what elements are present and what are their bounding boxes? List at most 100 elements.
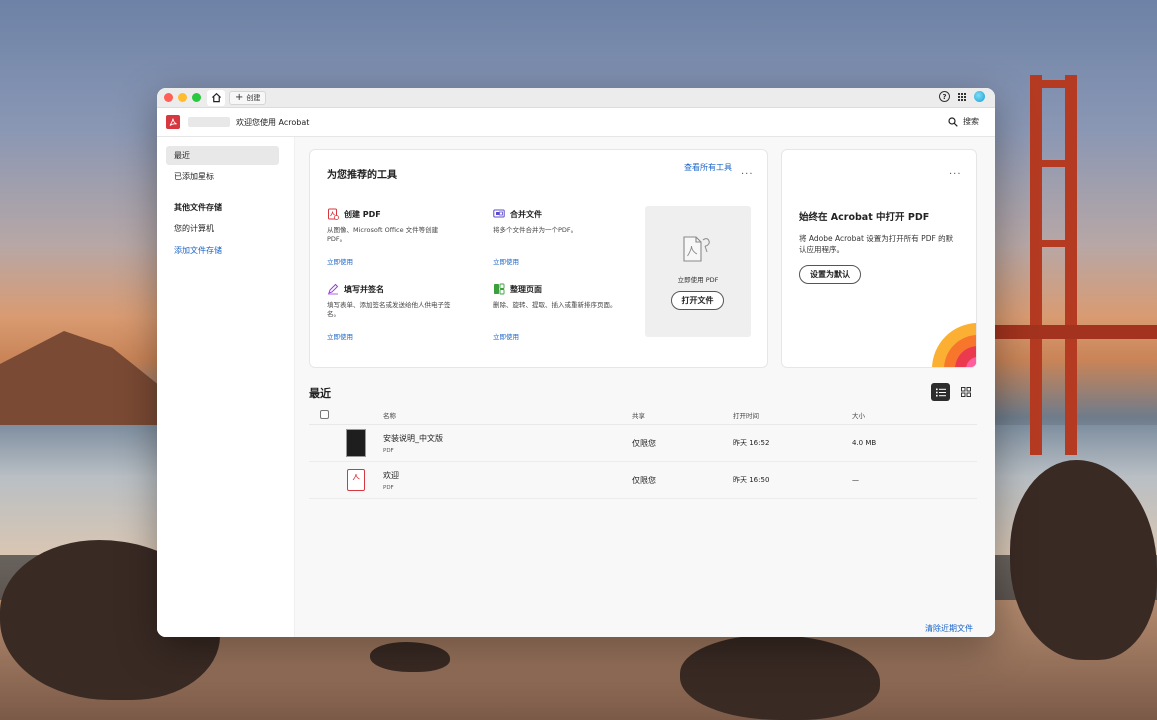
fill-sign-icon xyxy=(328,283,339,295)
sidebar-item-label: 已添加星标 xyxy=(174,172,214,181)
list-view-toggle[interactable] xyxy=(931,383,950,401)
tool-name: 创建 PDF xyxy=(344,209,381,219)
table-row[interactable]: 安装说明_中文版 PDF 仅限您 昨天 16:52 4.0 MB xyxy=(309,425,977,462)
more-options-button[interactable]: ··· xyxy=(741,169,754,180)
window-controls xyxy=(164,93,201,102)
grid-view-toggle[interactable] xyxy=(957,383,975,401)
recent-section-title: 最近 xyxy=(309,387,331,400)
user-name-redacted xyxy=(188,117,230,127)
sidebar-item-label: 最近 xyxy=(174,151,190,160)
file-opened-time: 昨天 16:50 xyxy=(733,476,770,484)
tool-organize-pages-link[interactable]: 立即使用 xyxy=(493,331,519,341)
titlebar-actions: ? xyxy=(939,91,985,102)
table-header: 名称 共享 打开时间 大小 xyxy=(309,405,977,425)
tool-fill-sign[interactable]: 填写并签名 填写表单、添加签名或发送给他人供电子签名。 xyxy=(327,283,477,319)
apps-grid-icon[interactable] xyxy=(958,92,966,101)
wallpaper-mountain xyxy=(0,331,160,430)
tool-description: 从图像、Microsoft Office 文件等创建 PDF。 xyxy=(327,226,439,243)
file-name-cell: 安装说明_中文版 PDF xyxy=(383,425,443,461)
tool-name: 合并文件 xyxy=(510,209,542,219)
file-opened-time: 昨天 16:52 xyxy=(733,439,770,447)
tool-create-pdf[interactable]: 创建 PDF 从图像、Microsoft Office 文件等创建 PDF。 xyxy=(327,208,477,244)
file-type: PDF xyxy=(383,484,394,491)
organize-pages-icon xyxy=(494,283,505,295)
open-file-drop-zone[interactable]: 立即使用 PDF 打开文件 xyxy=(645,206,751,337)
document-thumbnail xyxy=(346,425,366,461)
search-button[interactable]: 搜索 xyxy=(948,116,979,127)
app-header: 欢迎您使用 Acrobat 搜索 xyxy=(157,108,995,137)
table-row[interactable]: 欢迎 PDF 仅限您 昨天 16:50 — xyxy=(309,462,977,499)
title-bar: + 创建 ? xyxy=(157,88,995,108)
sidebar-heading-label: 其他文件存储 xyxy=(174,203,222,212)
file-shared: 仅限您 xyxy=(632,475,656,485)
tool-combine-files[interactable]: 合并文件 将多个文件合并为一个PDF。 xyxy=(493,208,643,235)
file-name: 安装说明_中文版 xyxy=(383,433,443,443)
view-all-tools-link[interactable]: 查看所有工具 xyxy=(684,162,732,173)
tools-card-title: 为您推荐的工具 xyxy=(327,170,397,181)
grid-view-icon xyxy=(961,387,971,397)
tool-combine-files-link[interactable]: 立即使用 xyxy=(493,256,519,266)
wallpaper-bridge-deck xyxy=(995,325,1157,339)
file-name: 欢迎 xyxy=(383,470,399,480)
default-card-description: 将 Adobe Acrobat 设置为打开所有 PDF 的默认应用程序。 xyxy=(799,234,954,254)
sidebar: 最近 已添加星标 其他文件存储 您的计算机 添加文件存储 xyxy=(157,137,295,637)
more-options-button[interactable]: ··· xyxy=(949,169,962,180)
clear-recent-files-link[interactable]: 清除近期文件 xyxy=(925,623,973,634)
pdf-document-icon xyxy=(683,236,710,262)
recommended-tools-card: 为您推荐的工具 查看所有工具 ··· 创建 PDF 从图像、Microsoft … xyxy=(309,149,768,368)
close-window-button[interactable] xyxy=(164,93,173,102)
tool-create-pdf-link[interactable]: 立即使用 xyxy=(327,256,353,266)
tool-description: 填写表单、添加签名或发送给他人供电子签名。 xyxy=(327,301,451,318)
wallpaper-bridge-tower xyxy=(1030,75,1042,455)
column-size[interactable]: 大小 xyxy=(852,405,865,424)
wallpaper-bridge-tower xyxy=(1030,240,1077,247)
help-icon[interactable]: ? xyxy=(939,91,950,102)
set-default-button[interactable]: 设置为默认 xyxy=(799,265,861,284)
create-pdf-icon xyxy=(328,208,339,220)
column-opened[interactable]: 打开时间 xyxy=(733,405,759,424)
sidebar-item-recent[interactable]: 最近 xyxy=(166,146,279,165)
sidebar-add-storage-link[interactable]: 添加文件存储 xyxy=(166,241,279,260)
list-view-icon xyxy=(935,388,946,396)
column-name[interactable]: 名称 xyxy=(383,405,396,424)
sidebar-item-label: 添加文件存储 xyxy=(174,246,222,255)
recent-files-table: 名称 共享 打开时间 大小 安装说明_中文版 PDF 仅限您 昨天 16:52 … xyxy=(309,405,977,499)
tool-name: 填写并签名 xyxy=(344,284,384,294)
welcome-text: 欢迎您使用 Acrobat xyxy=(236,117,310,127)
tab-home[interactable] xyxy=(207,89,225,106)
drop-zone-text: 立即使用 PDF xyxy=(677,276,719,284)
wallpaper-bridge-tower xyxy=(1065,75,1077,455)
zoom-window-button[interactable] xyxy=(192,93,201,102)
tool-fill-sign-link[interactable]: 立即使用 xyxy=(327,331,353,341)
tool-description: 删除、旋转、提取、插入或重新排序页面。 xyxy=(493,301,617,309)
decorative-arc-graphic xyxy=(932,323,976,367)
select-all-checkbox[interactable] xyxy=(320,405,329,424)
plus-icon: + xyxy=(235,91,244,103)
file-size: 4.0 MB xyxy=(852,439,877,447)
sidebar-heading-storage: 其他文件存储 xyxy=(166,198,279,217)
minimize-window-button[interactable] xyxy=(178,93,187,102)
wallpaper-bridge-tower xyxy=(1030,160,1077,167)
default-app-card: ··· 始终在 Acrobat 中打开 PDF 将 Adobe Acrobat … xyxy=(781,149,977,368)
sidebar-item-starred[interactable]: 已添加星标 xyxy=(166,167,279,186)
column-shared[interactable]: 共享 xyxy=(632,405,645,424)
combine-files-icon xyxy=(493,209,505,218)
file-shared: 仅限您 xyxy=(632,438,656,448)
pdf-file-icon xyxy=(347,462,365,498)
home-icon xyxy=(211,92,221,103)
sidebar-item-computer[interactable]: 您的计算机 xyxy=(166,219,279,238)
search-label: 搜索 xyxy=(963,117,979,126)
app-body: 最近 已添加星标 其他文件存储 您的计算机 添加文件存储 为您推荐的工具 查看所… xyxy=(157,137,995,637)
file-type: PDF xyxy=(383,447,394,454)
sidebar-item-label: 您的计算机 xyxy=(174,224,214,233)
wallpaper-rock xyxy=(370,642,450,672)
main-content: 为您推荐的工具 查看所有工具 ··· 创建 PDF 从图像、Microsoft … xyxy=(295,137,995,637)
tool-organize-pages[interactable]: 整理页面 删除、旋转、提取、插入或重新排序页面。 xyxy=(493,283,643,310)
tab-create[interactable]: + 创建 xyxy=(229,90,267,105)
default-card-title: 始终在 Acrobat 中打开 PDF xyxy=(799,212,930,223)
tab-create-label: 创建 xyxy=(246,93,261,102)
file-size: — xyxy=(852,476,859,484)
user-avatar[interactable] xyxy=(974,91,985,102)
acrobat-window: + 创建 ? 欢迎您使用 Acrobat 搜索 最近 已添加星标 其他文件存储 … xyxy=(157,88,995,637)
open-file-button[interactable]: 打开文件 xyxy=(671,291,724,310)
